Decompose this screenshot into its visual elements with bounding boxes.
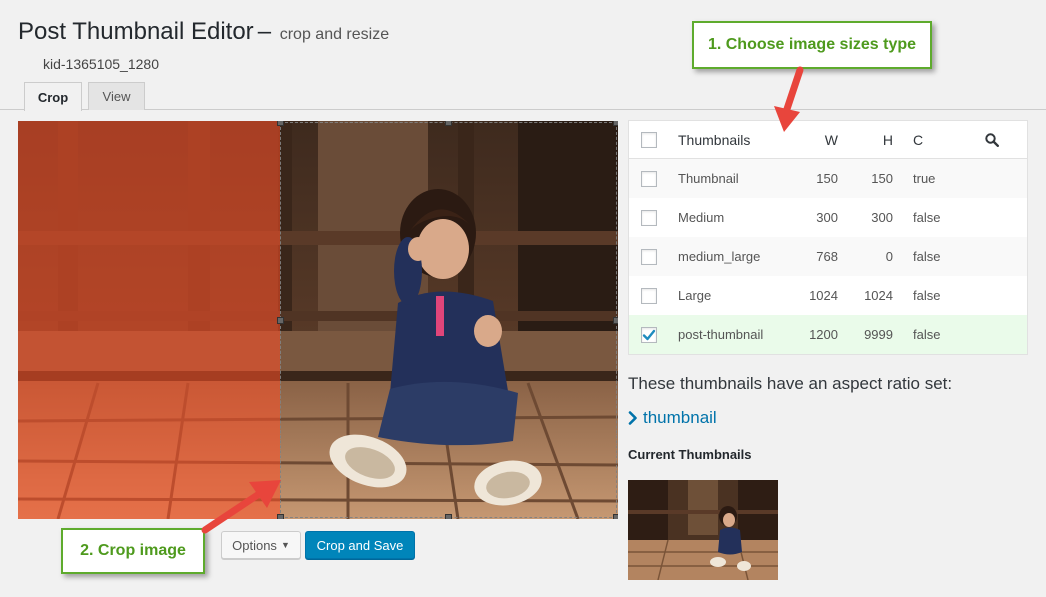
size-height: 300 [871, 210, 893, 225]
tab-crop[interactable]: Crop [24, 82, 82, 111]
row-checkbox-checked[interactable] [641, 326, 657, 343]
crop-selection[interactable] [277, 121, 618, 519]
title-dash: – [257, 18, 272, 45]
crop-handle-se[interactable] [613, 514, 618, 519]
caret-down-icon: ▼ [280, 540, 290, 550]
crop-handle-nw[interactable] [277, 121, 284, 126]
size-crop: false [913, 210, 941, 225]
crop-handle-n[interactable] [445, 121, 452, 126]
column-header-crop: C [913, 131, 924, 148]
crop-handle-w[interactable] [277, 317, 284, 324]
size-crop: false [913, 249, 941, 264]
page-subtitle: crop and resize [279, 26, 390, 43]
aspect-ratio-link[interactable]: thumbnail [628, 408, 717, 428]
check-icon [642, 329, 656, 340]
size-name: Medium [678, 210, 725, 225]
page-title: Post Thumbnail Editor – crop and resize [18, 18, 389, 46]
size-width: 1024 [809, 288, 838, 303]
thumbnail-sizes-table: Thumbnails W H C Thumbnail 150 150 true … [628, 120, 1028, 355]
table-header-row: Thumbnails W H C [629, 121, 1027, 159]
tab-view[interactable]: View [88, 82, 145, 110]
crop-canvas[interactable] [18, 121, 618, 519]
table-row[interactable]: medium_large 768 0 false [629, 237, 1027, 276]
aspect-ratio-link-text: thumbnail [643, 408, 717, 427]
row-checkbox[interactable] [641, 170, 657, 187]
size-name: post-thumbnail [678, 327, 764, 342]
size-width: 150 [816, 171, 838, 186]
crop-handle-e[interactable] [613, 317, 618, 324]
arrow-to-table-icon [774, 66, 804, 132]
crop-handle-s[interactable] [445, 514, 452, 519]
table-row[interactable]: Medium 300 300 false [629, 198, 1027, 237]
search-icon[interactable] [985, 133, 999, 147]
size-height: 9999 [864, 327, 893, 342]
aspect-ratio-note: These thumbnails have an aspect ratio se… [628, 374, 953, 393]
chevron-right-icon [628, 411, 637, 425]
column-header-width: W [824, 131, 838, 148]
size-name: Large [678, 288, 712, 303]
size-height: 0 [885, 249, 893, 264]
crop-excluded-overlay [18, 121, 280, 519]
size-name: Thumbnail [678, 171, 739, 186]
tab-bar: Crop View [0, 82, 1046, 111]
size-width: 1200 [809, 327, 838, 342]
row-checkbox[interactable] [641, 248, 657, 265]
arrow-to-crop-icon [201, 480, 281, 534]
size-height: 150 [871, 171, 893, 186]
size-crop: true [913, 171, 936, 186]
table-row[interactable]: Large 1024 1024 false [629, 276, 1027, 315]
page-title-text: Post Thumbnail Editor [18, 18, 254, 45]
table-row-selected[interactable]: post-thumbnail 1200 9999 false [629, 315, 1027, 354]
column-header-name: Thumbnails [678, 131, 751, 148]
table-row[interactable]: Thumbnail 150 150 true [629, 159, 1027, 198]
crop-and-save-button[interactable]: Crop and Save [305, 531, 415, 559]
size-crop: false [913, 288, 941, 303]
file-name: kid-1365105_1280 [43, 56, 159, 72]
size-width: 300 [816, 210, 838, 225]
size-width: 768 [816, 249, 838, 264]
current-thumbnail-preview [628, 480, 778, 580]
current-thumbnail-image[interactable] [628, 480, 778, 580]
select-all-checkbox[interactable] [641, 131, 657, 148]
crop-handle-ne[interactable] [613, 121, 618, 126]
size-name: medium_large [678, 249, 761, 264]
column-header-height: H [882, 131, 893, 148]
row-checkbox[interactable] [641, 287, 657, 304]
size-height: 1024 [864, 288, 893, 303]
callout-crop-image: 2. Crop image [61, 528, 205, 574]
row-checkbox[interactable] [641, 209, 657, 226]
size-crop: false [913, 327, 941, 342]
current-thumbnails-heading: Current Thumbnails [628, 447, 752, 462]
